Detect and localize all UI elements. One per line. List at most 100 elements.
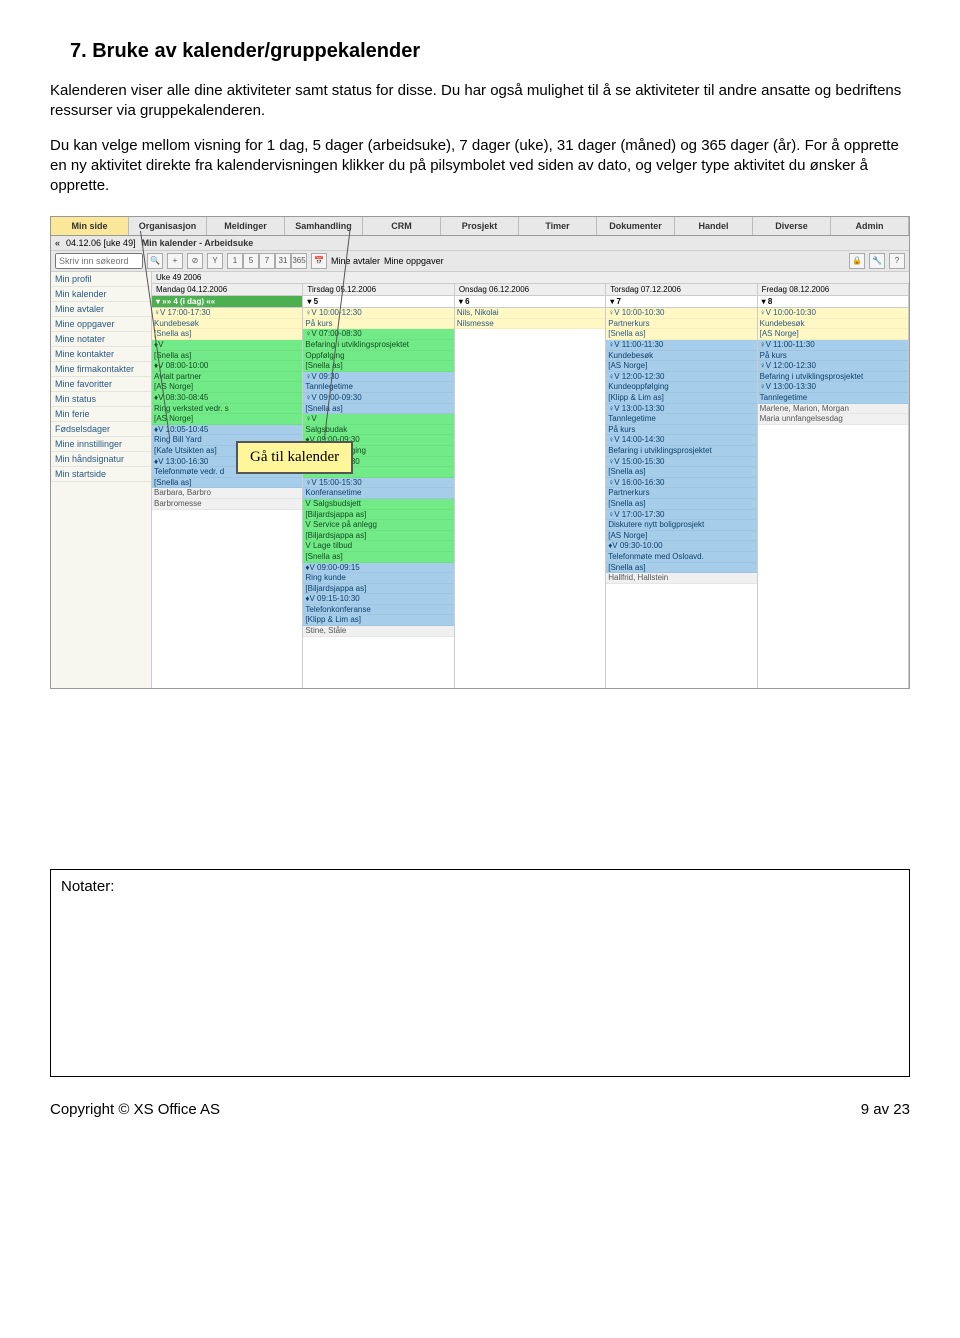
calendar-event[interactable]: ♀V 11:00-11:30 bbox=[758, 340, 908, 351]
calendar-event[interactable]: [AS Norge] bbox=[606, 531, 756, 542]
filter-avtaler[interactable]: Mine avtaler bbox=[331, 256, 380, 266]
calendar-event[interactable]: Kundebesøk bbox=[606, 351, 756, 362]
calendar-event[interactable]: Befaring i utviklingsprosjektet bbox=[758, 372, 908, 383]
top-tab-min-side[interactable]: Min side bbox=[51, 217, 129, 235]
day-column[interactable]: ♀V 10:00-10:30Kundebesøk[AS Norge]♀V 11:… bbox=[758, 308, 909, 688]
top-tab-samhandling[interactable]: Samhandling bbox=[285, 217, 363, 235]
calendar-event[interactable]: [Snella as] bbox=[606, 329, 756, 340]
calendar-event[interactable]: Avtalt partner bbox=[152, 372, 302, 383]
lock-icon[interactable]: 🔒 bbox=[849, 253, 865, 269]
calendar-event[interactable]: [Snella as] bbox=[606, 499, 756, 510]
sidebar-item-mine-firmakontakter[interactable]: Mine firmakontakter bbox=[51, 362, 151, 377]
calendar-event[interactable]: ♀V 15:00-15:30 bbox=[606, 457, 756, 468]
calendar-event[interactable]: Kundeoppfølging bbox=[606, 382, 756, 393]
filter-oppgaver[interactable]: Mine oppgaver bbox=[384, 256, 444, 266]
calendar-event[interactable]: Stine, Ståle bbox=[303, 626, 453, 637]
wrench-icon[interactable]: 🔧 bbox=[869, 253, 885, 269]
calendar-event[interactable]: [Biljardsjappa as] bbox=[303, 510, 453, 521]
calendar-event[interactable]: [AS Norge] bbox=[152, 382, 302, 393]
view-31[interactable]: 31 bbox=[275, 253, 291, 269]
sidebar-item-min-håndsignatur[interactable]: Min håndsignatur bbox=[51, 452, 151, 467]
calendar-event[interactable]: Tannlegetime bbox=[758, 393, 908, 404]
sidebar-item-min-startside[interactable]: Min startside bbox=[51, 467, 151, 482]
calendar-event[interactable]: Marlene, Marion, Morgan bbox=[758, 404, 908, 415]
calendar-event[interactable]: ♀V 17:00-17:30 bbox=[606, 510, 756, 521]
calendar-event[interactable]: ♀V 16:00-16:30 bbox=[606, 478, 756, 489]
calendar-event[interactable]: Befaring i utviklingsprosjektet bbox=[606, 446, 756, 457]
calendar-event[interactable]: [Snella as] bbox=[152, 351, 302, 362]
calendar-event[interactable]: [AS Norge] bbox=[152, 414, 302, 425]
calendar-event[interactable]: ♦V 09:30-10:00 bbox=[606, 541, 756, 552]
calendar-event[interactable]: [Snella as] bbox=[303, 552, 453, 563]
calendar-event[interactable]: [Snella as] bbox=[303, 404, 453, 415]
day-column[interactable]: Nils, NikolaiNilsmesse bbox=[455, 308, 606, 688]
calendar-event[interactable]: Barbromesse bbox=[152, 499, 302, 510]
calendar-event[interactable]: [Klipp & Lim as] bbox=[606, 393, 756, 404]
sidebar-item-min-kalender[interactable]: Min kalender bbox=[51, 287, 151, 302]
calendar-event[interactable]: Tannlegetime bbox=[303, 382, 453, 393]
calendar-event[interactable]: ♀V 13:00-13:30 bbox=[758, 382, 908, 393]
sidebar-item-mine-notater[interactable]: Mine notater bbox=[51, 332, 151, 347]
calendar-event[interactable]: [Snella as] bbox=[152, 329, 302, 340]
calendar-event[interactable]: ♦V 09:15-10:30 bbox=[303, 594, 453, 605]
search-input[interactable] bbox=[55, 253, 143, 269]
calendar-event[interactable]: [AS Norge] bbox=[758, 329, 908, 340]
day-column[interactable]: ♀V 17:00-17:30Kundebesøk[Snella as]♦V[Sn… bbox=[152, 308, 303, 688]
calendar-event[interactable]: Telefonkonferanse bbox=[303, 605, 453, 616]
day-column[interactable]: ♀V 10:00-10:30Partnerkurs[Snella as]♀V 1… bbox=[606, 308, 757, 688]
calendar-event[interactable]: ♦V 08:00-10:00 bbox=[152, 361, 302, 372]
sidebar-item-fødselsdager[interactable]: Fødselsdager bbox=[51, 422, 151, 437]
calendar-icon[interactable]: 📅 bbox=[311, 253, 327, 269]
calendar-event[interactable]: Tannlegetime bbox=[606, 414, 756, 425]
calendar-event[interactable]: ♀V 13:00-13:30 bbox=[606, 404, 756, 415]
day-number[interactable]: ▾ 5 bbox=[303, 296, 454, 308]
calendar-event[interactable]: ♦V 09:00-09:15 bbox=[303, 563, 453, 574]
top-tab-dokumenter[interactable]: Dokumenter bbox=[597, 217, 675, 235]
sidebar-item-mine-kontakter[interactable]: Mine kontakter bbox=[51, 347, 151, 362]
calendar-event[interactable]: På kurs bbox=[303, 319, 453, 330]
sidebar-item-mine-oppgaver[interactable]: Mine oppgaver bbox=[51, 317, 151, 332]
calendar-event[interactable]: ♀V 09:00-09:30 bbox=[303, 393, 453, 404]
calendar-event[interactable]: ♀V 14:00-14:30 bbox=[606, 435, 756, 446]
sidebar-item-min-ferie[interactable]: Min ferie bbox=[51, 407, 151, 422]
calendar-event[interactable]: V Lage tilbud bbox=[303, 541, 453, 552]
calendar-event[interactable]: ♀V 12:00-12:30 bbox=[758, 361, 908, 372]
calendar-event[interactable]: Diskutere nytt boligprosjekt bbox=[606, 520, 756, 531]
calendar-event[interactable]: ♀V 17:00-17:30 bbox=[152, 308, 302, 319]
search-icon[interactable]: 🔍 bbox=[147, 253, 163, 269]
calendar-event[interactable]: ♀V 09:30 bbox=[303, 372, 453, 383]
view-5[interactable]: 5 bbox=[243, 253, 259, 269]
calendar-event[interactable]: Nils, Nikolai bbox=[455, 308, 605, 319]
view-7[interactable]: 7 bbox=[259, 253, 275, 269]
calendar-event[interactable]: Ring verksted vedr. s bbox=[152, 404, 302, 415]
day-column[interactable]: ♀V 10:00-12:30På kurs♀V 07:00-08:30Befar… bbox=[303, 308, 454, 688]
help-icon[interactable]: ? bbox=[889, 253, 905, 269]
add-icon[interactable]: + bbox=[167, 253, 183, 269]
top-tab-timer[interactable]: Timer bbox=[519, 217, 597, 235]
day-number[interactable]: ▾ 6 bbox=[455, 296, 606, 308]
calendar-event[interactable]: Oppfølging bbox=[303, 351, 453, 362]
calendar-event[interactable]: Maria unnfangelsesdag bbox=[758, 414, 908, 425]
sidebar-item-mine-favoritter[interactable]: Mine favoritter bbox=[51, 377, 151, 392]
top-tab-meldinger[interactable]: Meldinger bbox=[207, 217, 285, 235]
calendar-event[interactable]: ♦V 08:30-08:45 bbox=[152, 393, 302, 404]
calendar-event[interactable]: Konferansetime bbox=[303, 488, 453, 499]
calendar-event[interactable]: [Biljardsjappa as] bbox=[303, 531, 453, 542]
calendar-event[interactable]: [Biljardsjappa as] bbox=[303, 584, 453, 595]
cancel-icon[interactable]: ⊘ bbox=[187, 253, 203, 269]
calendar-event[interactable]: [Klipp & Lim as] bbox=[303, 615, 453, 626]
calendar-event[interactable]: Partnerkurs bbox=[606, 319, 756, 330]
calendar-event[interactable]: [Snella as] bbox=[303, 361, 453, 372]
calendar-event[interactable]: ♀V 07:00-08:30 bbox=[303, 329, 453, 340]
calendar-event[interactable]: ♦V 10:05-10:45 bbox=[152, 425, 302, 436]
sidebar-item-min-status[interactable]: Min status bbox=[51, 392, 151, 407]
sidebar-item-min-profil[interactable]: Min profil bbox=[51, 272, 151, 287]
calendar-event[interactable]: Nilsmesse bbox=[455, 319, 605, 330]
calendar-event[interactable]: På kurs bbox=[606, 425, 756, 436]
calendar-event[interactable]: ♀V 10:00-12:30 bbox=[303, 308, 453, 319]
sidebar-item-mine-avtaler[interactable]: Mine avtaler bbox=[51, 302, 151, 317]
calendar-event[interactable]: ♀V 15:00-15:30 bbox=[303, 478, 453, 489]
calendar-event[interactable]: ♀V 10:00-10:30 bbox=[606, 308, 756, 319]
calendar-event[interactable]: [Snella as] bbox=[606, 467, 756, 478]
calendar-event[interactable]: ♀V 11:00-11:30 bbox=[606, 340, 756, 351]
